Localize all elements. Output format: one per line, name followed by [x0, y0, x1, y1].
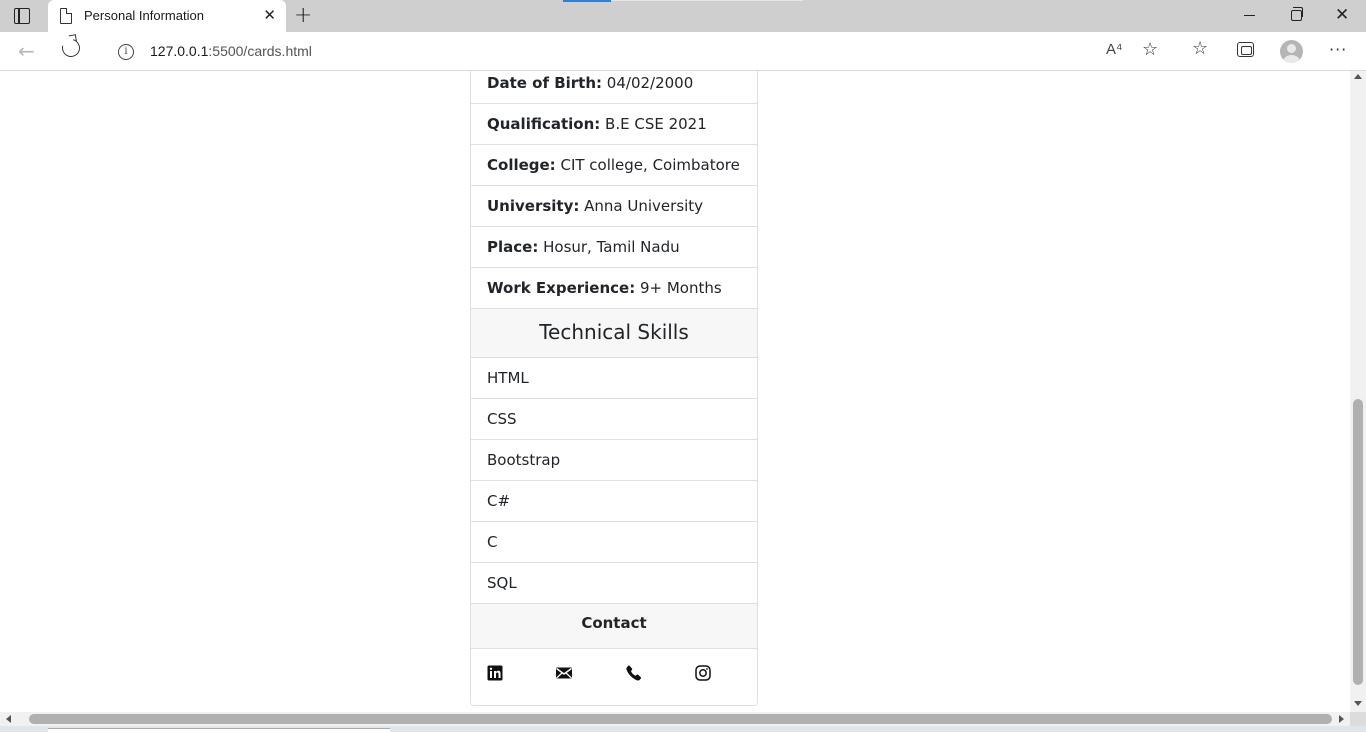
- navigation-bar: ← i 127.0.0.1:5500/cards.html A⁴ ☆: [0, 32, 1366, 71]
- tab-personal-information[interactable]: Personal Information ✕: [48, 0, 286, 32]
- vertical-scroll-thumb[interactable]: [1353, 399, 1363, 685]
- favorites-icon[interactable]: ☆: [1192, 38, 1208, 59]
- instagram-icon[interactable]: [695, 665, 711, 681]
- detail-label: University:: [487, 197, 580, 215]
- scroll-down-arrow-icon[interactable]: [1354, 701, 1362, 706]
- loading-indicator: [563, 0, 611, 2]
- skill-item: C#: [471, 481, 757, 522]
- skill-item: SQL: [471, 563, 757, 604]
- detail-label: Date of Birth:: [487, 74, 603, 92]
- url-path: :5500/cards.html: [208, 43, 312, 59]
- detail-label: Work Experience:: [487, 279, 636, 297]
- technical-skills-heading: Technical Skills: [471, 309, 757, 358]
- profile-icon[interactable]: [1280, 40, 1303, 63]
- phone-icon[interactable]: [626, 665, 642, 681]
- email-icon[interactable]: [556, 665, 572, 681]
- detail-row: Work Experience: 9+ Months: [471, 268, 757, 309]
- detail-row: Date of Birth: 04/02/2000: [471, 71, 757, 104]
- detail-value: Anna University: [584, 197, 704, 215]
- detail-value: 9+ Months: [639, 279, 722, 297]
- skill-item: C: [471, 522, 757, 563]
- window-close-icon[interactable]: ✕: [1335, 5, 1349, 25]
- new-tab-icon[interactable]: +: [294, 3, 312, 28]
- taskbar-edge: [0, 726, 1366, 733]
- horizontal-scroll-thumb[interactable]: [29, 714, 1332, 724]
- detail-label: Qualification:: [487, 115, 601, 133]
- detail-row: Place: Hosur, Tamil Nadu: [471, 227, 757, 268]
- minimize-icon[interactable]: [1244, 15, 1255, 16]
- detail-row: Qualification: B.E CSE 2021: [471, 104, 757, 145]
- scrollbar-corner: [1350, 712, 1366, 726]
- detail-row: University: Anna University: [471, 186, 757, 227]
- detail-row: College: CIT college, Coimbatore: [471, 145, 757, 186]
- add-favorite-icon[interactable]: ☆: [1142, 39, 1158, 60]
- detail-value: 04/02/2000: [606, 74, 694, 92]
- collections-icon[interactable]: [1237, 42, 1254, 57]
- tab-strip: Personal Information ✕ + ✕: [0, 0, 1366, 32]
- personal-info-card: Date of Birth: 04/02/2000 Qualification: …: [470, 71, 758, 706]
- restore-icon[interactable]: [1291, 7, 1303, 21]
- read-aloud-icon[interactable]: A⁴: [1106, 41, 1122, 58]
- detail-value: B.E CSE 2021: [605, 115, 707, 133]
- detail-value: Hosur, Tamil Nadu: [543, 238, 680, 256]
- more-icon[interactable]: ···: [1329, 40, 1347, 59]
- back-icon[interactable]: ←: [18, 39, 35, 63]
- skill-item: HTML: [471, 358, 757, 399]
- contact-heading: Contact: [471, 604, 757, 649]
- url-host: 127.0.0.1: [150, 43, 209, 59]
- detail-value: CIT college, Coimbatore: [560, 156, 740, 174]
- page-viewport: Date of Birth: 04/02/2000 Qualification: …: [0, 71, 1350, 712]
- scroll-up-arrow-icon[interactable]: [1354, 74, 1362, 79]
- skill-item: Bootstrap: [471, 440, 757, 481]
- address-bar[interactable]: i 127.0.0.1:5500/cards.html A⁴ ☆: [100, 36, 1170, 67]
- detail-label: Place:: [487, 238, 539, 256]
- url-text[interactable]: 127.0.0.1:5500/cards.html: [150, 43, 312, 59]
- horizontal-scrollbar[interactable]: [0, 712, 1350, 726]
- refresh-icon[interactable]: [58, 35, 84, 61]
- scroll-right-arrow-icon[interactable]: [1339, 715, 1344, 723]
- loading-track: [611, 0, 803, 1]
- tab-title: Personal Information: [84, 8, 204, 23]
- contact-icons: [471, 649, 757, 705]
- page-icon: [60, 8, 72, 24]
- close-tab-icon[interactable]: ✕: [263, 6, 276, 24]
- info-icon[interactable]: i: [118, 44, 134, 60]
- scroll-left-arrow-icon[interactable]: [6, 715, 11, 723]
- vertical-scrollbar[interactable]: [1350, 71, 1366, 712]
- linkedin-icon[interactable]: [487, 665, 503, 681]
- detail-label: College:: [487, 156, 556, 174]
- tab-actions-icon[interactable]: [14, 8, 30, 24]
- skill-item: CSS: [471, 399, 757, 440]
